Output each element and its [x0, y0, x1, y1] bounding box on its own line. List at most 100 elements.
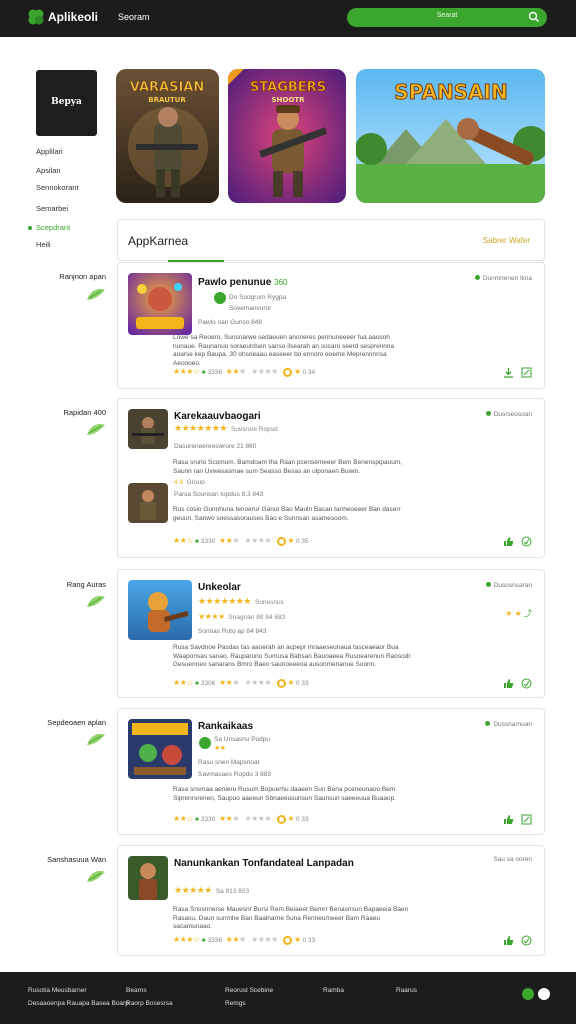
footer-link[interactable]: Raorp Bosesrsa — [126, 997, 173, 1010]
clover-logo-icon[interactable] — [27, 8, 45, 26]
app-title[interactable]: Karekaauvbaogari — [174, 411, 261, 422]
leaf-mini-icon: ♣ — [194, 816, 200, 823]
trend-indicator: ★ ★ ⤴ — [505, 609, 532, 618]
download-icon[interactable] — [503, 367, 514, 378]
share-icon[interactable] — [521, 814, 532, 825]
app-developer: Sa Unsasnu Podpu — [214, 736, 271, 743]
footer-link[interactable]: Rusotia Meusbarner — [28, 984, 129, 997]
section-see-all-link[interactable]: Sabrer Wafer — [483, 236, 530, 245]
rating-count: 3330 — [200, 538, 216, 545]
info-icon[interactable] — [522, 988, 534, 1000]
footer-link[interactable]: Remgs — [225, 997, 273, 1010]
secondary-rating: ★★ — [219, 678, 233, 687]
banner-spansain-game[interactable]: SPANSAIN — [356, 69, 545, 203]
category-dot — [474, 275, 480, 280]
sidebar-item-sennokorant[interactable]: Sennokorant — [36, 183, 79, 192]
banner-shooter-game[interactable]: STAGBERS SHOOTR — [228, 69, 346, 203]
app-card[interactable]: Nanunkankan Tonfandateal Lanpadan ★★★★★ S… — [117, 845, 545, 956]
coin-icon — [276, 536, 286, 546]
app-thumbnail[interactable] — [128, 719, 192, 779]
footer-link[interactable]: Reorust Scebine — [225, 984, 273, 997]
app-meta-inline: 4.9 Grouo — [174, 479, 205, 486]
leaf-icon — [87, 734, 105, 745]
app-version-secondary: Parsa Sounsan Iopdus 8.3 843 — [174, 491, 264, 498]
thumbs-up-icon[interactable] — [503, 536, 514, 547]
grey-dots: ★★★★ — [244, 678, 272, 687]
footer-link[interactable]: Ramba — [323, 984, 344, 997]
developer-badge-icon — [214, 292, 226, 304]
coin-value: 0 33 — [295, 680, 309, 687]
app-developer: ★★★★ Snagnan 88 84 683 — [198, 612, 286, 621]
app-description: Lowe sa Reoero, Sunsnarwe sedaeuen anone… — [173, 334, 395, 367]
svg-text:VARASIAN: VARASIAN — [130, 80, 204, 95]
app-card[interactable]: Unkeolar ★★★★★★★ Sunesnus ★★★★ Snagnan 88… — [117, 569, 545, 698]
sidebar-item-heili[interactable]: Heili — [36, 240, 51, 249]
thumbs-up-icon[interactable] — [503, 814, 514, 825]
brand-name[interactable]: Aplikeoli — [48, 10, 98, 24]
share-icon[interactable] — [521, 935, 532, 946]
footer-link[interactable]: Raarus — [396, 984, 417, 997]
app-version: Savmasaes Ropdu 3 883 — [198, 771, 271, 778]
category-dot — [485, 582, 491, 587]
leaf-mini-icon: ♣ — [194, 680, 200, 687]
app-card[interactable]: Pawlo penunue 360 Do Soogrum Rygpa Sovem… — [117, 262, 545, 389]
sidebar-item-semarbei[interactable]: Semarbei — [36, 204, 68, 213]
svg-text:SHOOTR: SHOOTR — [272, 96, 306, 104]
app-title[interactable]: Rankaikaas — [198, 721, 253, 732]
app-category: Sau sa ooren — [493, 856, 532, 863]
app-title[interactable]: Nanunkankan Tonfandateal Lanpadan — [174, 858, 354, 869]
search-bar[interactable]: Searat — [347, 8, 547, 27]
banner-soldier-game[interactable]: VARASIAN BRAUTUR — [116, 69, 219, 203]
app-title-tag: 360 — [274, 278, 288, 287]
coin-value: 0 35 — [295, 538, 309, 545]
nav-link-search[interactable]: Seoram — [118, 12, 150, 22]
app-category: Dususnsaran — [485, 582, 532, 589]
secondary-rating: ★★ — [225, 935, 240, 944]
star-rating: ★★★★★★★ Suvsrure Ropsd — [174, 423, 278, 433]
svg-text:BRAUTUR: BRAUTUR — [148, 96, 186, 104]
app-thumbnail[interactable] — [128, 273, 192, 335]
star-rating: ★★☆ — [173, 678, 194, 687]
app-title[interactable]: Unkeolar — [198, 582, 241, 593]
footer-link[interactable]: Bearns — [126, 984, 173, 997]
app-subtitle: Sovemanvoror — [229, 305, 272, 312]
share-icon[interactable] — [521, 536, 532, 547]
grey-dots: ★★★★ — [251, 935, 278, 944]
star-rating: ★★☆ — [173, 536, 194, 545]
app-thumbnail-secondary[interactable] — [128, 483, 168, 523]
share-icon[interactable] — [521, 678, 532, 689]
star-rating: ★★★★★★★ Sunesnus — [198, 596, 284, 606]
search-icon[interactable] — [528, 11, 540, 23]
app-description: Rasa snsmaa aenieru Rusum Bopuerhu daaee… — [173, 786, 396, 802]
app-title[interactable]: Pawlo penunue 360 — [198, 277, 287, 288]
row-label-3: Rang Auras — [66, 580, 106, 589]
sidebar-item-applilari[interactable]: Applilari — [36, 147, 63, 156]
app-card[interactable]: Rankaikaas Sa Unsasnu Podpu ★★ Rasu sneo… — [117, 708, 545, 835]
thumbs-up-icon[interactable] — [503, 678, 514, 689]
app-description: Rusa Savdnoe Pasdas tas aaoerah an acpep… — [173, 644, 412, 668]
rating-caption: Sunesnus — [254, 599, 284, 606]
sidebar-item-scepdrant[interactable]: Scepdrant — [36, 223, 70, 232]
app-description: Rasa srurio Scomum. Bamdoam tha Raan pce… — [173, 459, 403, 475]
app-card[interactable]: Karekaauvbaogari ★★★★★★★ Suvsrure Ropsd D… — [117, 398, 545, 558]
globe-icon[interactable] — [538, 988, 550, 1000]
app-thumbnail[interactable] — [128, 580, 192, 640]
search-placeholder[interactable]: Searat — [347, 12, 547, 19]
svg-text:SPANSAIN: SPANSAIN — [394, 80, 508, 104]
row-label-2: Rapidan 400 — [63, 408, 106, 417]
sidebar-item-apsilan[interactable]: Apsilan — [36, 166, 61, 175]
app-version: Dasureneereeswrore 21 860 — [174, 443, 257, 450]
coin-icon — [276, 814, 286, 824]
rating-caption: Sa 813 803 — [215, 888, 250, 895]
app-thumbnail[interactable] — [128, 409, 168, 449]
rating-count: 3336 — [207, 369, 223, 376]
coin-icon — [283, 367, 293, 377]
footer-link[interactable]: Desaaoenpa Rauapa Basea Boarp — [28, 997, 129, 1010]
page-footer: Rusotia Meusbarner Desaaoenpa Rauapa Bas… — [0, 972, 576, 1024]
app-version: Sonnas Roto ap 84 843 — [198, 628, 267, 635]
sidebar-logo-tile[interactable]: Bepya — [36, 70, 97, 136]
share-icon[interactable] — [521, 367, 532, 378]
app-thumbnail[interactable] — [128, 856, 168, 900]
app-category: Dussnarnuan — [485, 721, 532, 728]
thumbs-up-icon[interactable] — [503, 935, 514, 946]
